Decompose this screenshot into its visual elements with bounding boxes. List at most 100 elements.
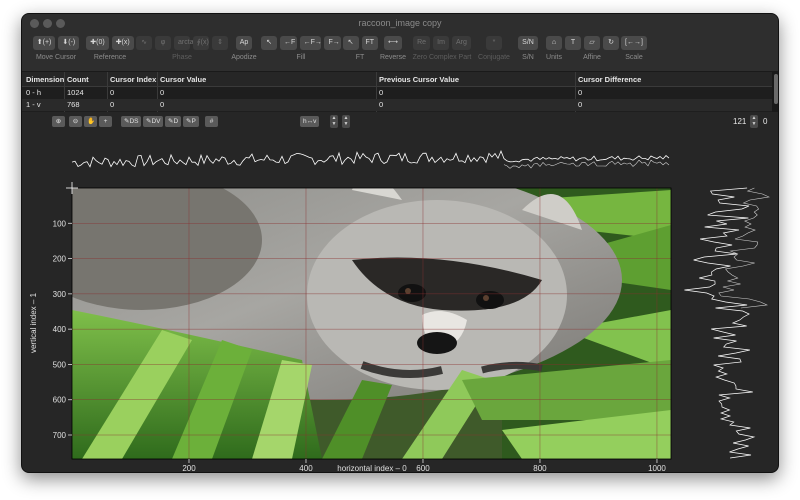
level-stepper[interactable]: ▲ ▼: [750, 115, 758, 128]
y-tick-label: 700: [53, 431, 67, 440]
display-button-3[interactable]: ✎P: [183, 116, 199, 127]
grid-toggle-button[interactable]: #: [205, 116, 218, 127]
reference-button-0[interactable]: ✚(0): [86, 36, 109, 50]
column-header-3[interactable]: Cursor Value: [160, 75, 206, 84]
toolbar-group-move-cursor: ⬆(+) ⬇(-) Move Cursor: [28, 36, 84, 70]
y-tick-label: 600: [53, 396, 67, 405]
toolbar-label-units: Units: [546, 54, 562, 61]
y-axis-label: vertical index – 1: [29, 292, 38, 353]
zoom-in-button[interactable]: ⊕: [52, 116, 65, 127]
fill-button-3[interactable]: F→: [324, 36, 341, 50]
toolbar-label-reference: Reference: [93, 54, 127, 61]
zero-complex-part-button-0: Re: [413, 36, 431, 50]
toolbar-label-fill: Fill: [296, 54, 306, 61]
reference-button-1[interactable]: ✚(x): [111, 36, 134, 50]
toolbar-group-zero-complex-part: Re Im Arg Zero Complex Part: [410, 36, 474, 70]
toolbar-buttons-affine: T ▱ ↻: [565, 36, 619, 50]
toolbar-label-ft: FT: [355, 54, 365, 61]
x-tick-label: 1000: [648, 464, 666, 473]
table-cell: 768: [67, 100, 80, 109]
display-button-0[interactable]: ✎DS: [121, 116, 142, 127]
table-scrollbar[interactable]: [772, 72, 778, 112]
move-cursor-button-0[interactable]: ⬆(+): [32, 36, 56, 50]
slice-stepper-1[interactable]: ▲ ▼: [342, 115, 350, 128]
display-button-2[interactable]: ✎D: [165, 116, 182, 127]
toolbar-group-ft: ↖ FT FT: [342, 36, 378, 70]
zero-complex-part-button-2: Arg: [452, 36, 471, 50]
toolbar-buttons-move-cursor: ⬆(+) ⬇(-): [28, 36, 84, 50]
phase-button-1: φ: [155, 36, 171, 50]
table-row[interactable]: [22, 87, 772, 99]
table-cell: 0: [160, 100, 165, 109]
toolbar-buttons-scale: [←→]: [621, 36, 647, 50]
table-scroll-thumb[interactable]: [774, 74, 778, 104]
window-title: raccoon_image copy: [358, 18, 442, 28]
ft-button-1[interactable]: FT: [361, 36, 378, 50]
fill-button-1[interactable]: ←F: [280, 36, 297, 50]
toolbar-buttons-ft: ↖ FT: [342, 36, 378, 50]
toolbar-buttons-reverse: ⟷: [379, 36, 407, 50]
table-cell[interactable]: 0: [110, 100, 114, 109]
affine-button-0[interactable]: T: [565, 36, 581, 50]
toolbar-label-conjugate: Conjugate: [478, 54, 510, 61]
toolbar-label-zero-complex-part: Zero Complex Part: [412, 54, 472, 61]
table-row[interactable]: [22, 99, 772, 111]
app-window: raccoon_image copy ⬆(+) ⬇(-) Move Cursor ✚(…: [21, 13, 779, 473]
x-axis-label: horizontal index – 0: [337, 464, 407, 473]
toolbar-buttons-units: ⌂: [543, 36, 565, 50]
move-cursor-button-1[interactable]: ⬇(-): [58, 36, 80, 50]
toolbar-label-affine: Affine: [583, 54, 601, 61]
title-bar: raccoon_image copy: [22, 14, 778, 34]
display-button-1[interactable]: ✎DV: [143, 116, 164, 127]
slice-stepper-0[interactable]: ▲ ▼: [330, 115, 338, 128]
ft-button-0[interactable]: ↖: [342, 36, 359, 50]
table-cell: 0: [578, 100, 583, 109]
toolbar-group-phase: ∿ φ arctan ∮(x) ⇕ Phase: [136, 36, 228, 70]
toolbar-group-fill: ↖ ←F ←F→ F→ Fill: [261, 36, 341, 70]
plot-controls: ▲ ▼ 121 0 ⊕ ⊖ ✋ + ✎DS ✎DV ✎D ✎P # h↔v ▲ ▼ ▲ ▼: [22, 112, 778, 130]
zero-complex-part-button-1: Im: [433, 36, 450, 50]
toolbar-label-scale: Scale: [625, 54, 643, 61]
table-cell: 1 - v: [26, 100, 41, 109]
toolbar-group-units: ⌂ Units: [543, 36, 565, 70]
column-header-1[interactable]: Count: [67, 75, 89, 84]
toolbar-buttons-phase: ∿ φ arctan ∮(x) ⇕: [136, 36, 228, 50]
reverse-button-0[interactable]: ⟷: [383, 36, 403, 50]
horizontal-projection-trace-2: [503, 159, 670, 169]
y-tick-label: 300: [53, 290, 67, 299]
toolbar-buttons-conjugate: *: [476, 36, 512, 50]
pan-hand-button[interactable]: ✋: [84, 116, 97, 127]
table-cell: 0: [160, 88, 165, 97]
toolbar-buttons-sn: S/N: [516, 36, 540, 50]
table-cell: 0 - h: [26, 88, 42, 97]
table-cell: 0: [379, 88, 384, 97]
column-header-0[interactable]: Dimension: [26, 75, 64, 84]
fill-button-0[interactable]: ↖: [261, 36, 277, 50]
toolbar-label-move-cursor: Move Cursor: [35, 54, 77, 61]
zoom-out-button[interactable]: ⊖: [69, 116, 82, 127]
raccoon-image: [72, 188, 671, 459]
image-plot[interactable]: 200 400 600 800 1000 100 200 300 400 500 600 700 h…: [22, 130, 778, 473]
sn-button-0[interactable]: S/N: [518, 36, 538, 50]
y-tick-label: 400: [53, 325, 67, 334]
scale-button-0[interactable]: [←→]: [621, 36, 647, 50]
level-value: 121: [733, 117, 747, 126]
swap-hv-button[interactable]: h↔v: [300, 116, 320, 127]
column-header-2[interactable]: Cursor Index: [110, 75, 156, 84]
units-button-0[interactable]: ⌂: [546, 36, 562, 50]
crosshair-button[interactable]: +: [99, 116, 112, 127]
table-cell: 0: [379, 100, 384, 109]
column-header-4[interactable]: Previous Cursor Value: [379, 75, 459, 84]
affine-button-2[interactable]: ↻: [603, 36, 619, 50]
toolbar-label-sn: S/N: [522, 54, 534, 61]
toolbar: ⬆(+) ⬇(-) Move Cursor ✚(0) ✚(x) Reference ∿ φ ar…: [22, 34, 778, 72]
column-header-5[interactable]: Cursor Difference: [578, 75, 641, 84]
y-tick-label: 200: [53, 255, 67, 264]
affine-button-1[interactable]: ▱: [584, 36, 600, 50]
fill-button-2[interactable]: ←F→: [299, 36, 322, 50]
toolbar-group-scale: [←→] Scale: [621, 36, 647, 70]
toolbar-group-sn: S/N S/N: [516, 36, 540, 70]
apodize-button-0[interactable]: Ap: [235, 36, 253, 50]
toolbar-group-affine: T ▱ ↻ Affine: [565, 36, 619, 70]
table-cell[interactable]: 0: [110, 88, 114, 97]
